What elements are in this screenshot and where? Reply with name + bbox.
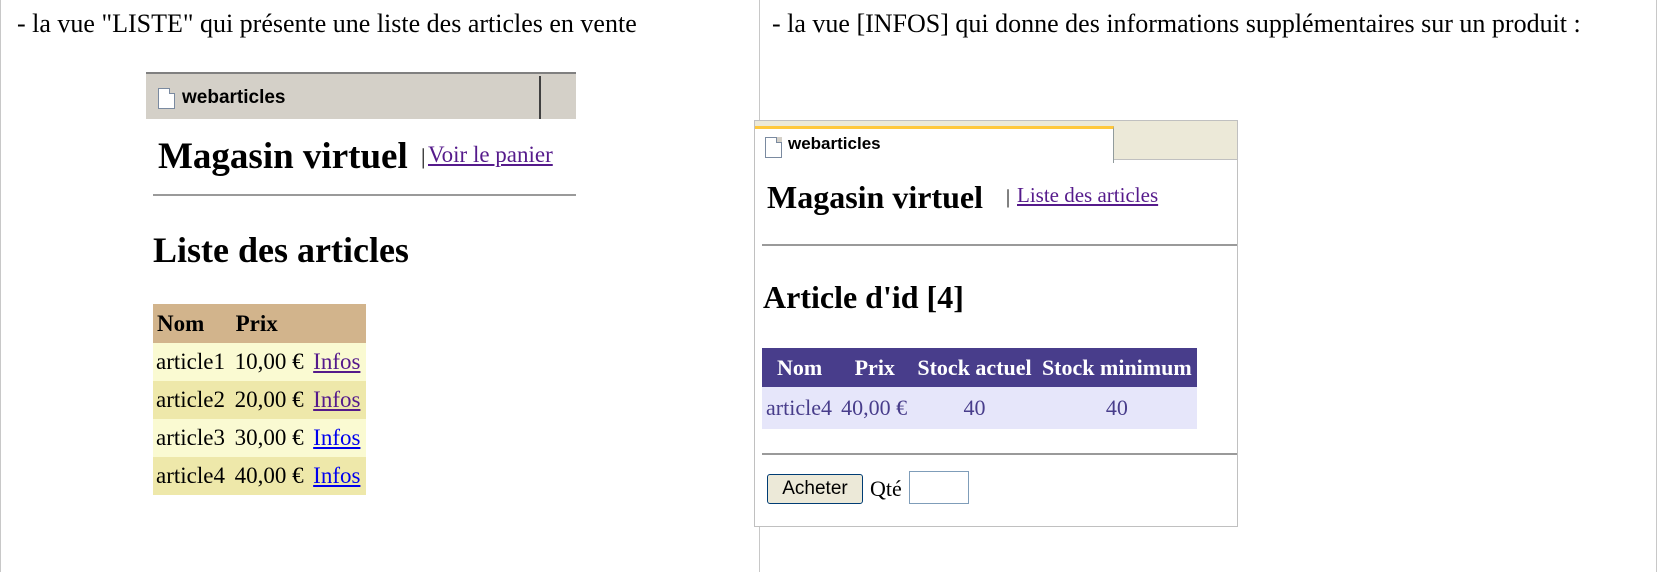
column-header-prix: Prix (837, 348, 913, 387)
document-icon (158, 88, 175, 109)
form-divider (762, 453, 1237, 455)
articles-table: Nom Prix article1 10,00 € Infos article2… (153, 304, 366, 495)
column-header-stock-minimum: Stock minimum (1036, 348, 1197, 387)
column-header-nom: Nom (153, 304, 232, 343)
article-name: article3 (153, 419, 232, 457)
header-divider (762, 244, 1237, 246)
browser-tab[interactable]: webarticles (755, 126, 1114, 163)
table-row: article3 30,00 € Infos (153, 419, 366, 457)
article-name: article4 (762, 387, 838, 429)
right-cell: - la vue [INFOS] qui donne des informati… (754, 0, 1657, 572)
article-name: article1 (153, 343, 232, 381)
table-row: article4 40,00 € Infos (153, 457, 366, 495)
article-price: 40,00 € (231, 457, 311, 495)
right-caption: - la vue [INFOS] qui donne des informati… (772, 9, 1581, 38)
site-title: Magasin virtuel (158, 136, 408, 177)
column-header-nom: Nom (762, 348, 838, 387)
infos-link[interactable]: Infos (313, 387, 360, 412)
article-name: article2 (153, 381, 232, 419)
page-heading: Liste des articles (153, 230, 409, 270)
nav-separator: | (1006, 186, 1011, 208)
liste-browser-screenshot: webarticles Magasin virtuel | Voir le pa… (146, 72, 576, 502)
stock-minimum-value: 40 (1036, 387, 1197, 429)
infos-link[interactable]: Infos (313, 463, 360, 488)
browser-tab-title: webarticles (182, 87, 286, 108)
table-header-row: Nom Prix (153, 304, 366, 343)
left-cell: - la vue "LISTE" qui présente une liste … (0, 0, 760, 572)
article-price: 40,00 € (837, 387, 913, 429)
page-heading: Article d'id [4] (763, 279, 964, 315)
browser-tab-bar: webarticles (755, 121, 1237, 163)
quantity-label: Qté (870, 476, 902, 501)
article-price: 10,00 € (231, 343, 311, 381)
table-row: article1 10,00 € Infos (153, 343, 366, 381)
table-row: article2 20,00 € Infos (153, 381, 366, 419)
infos-link[interactable]: Infos (313, 349, 360, 374)
infos-browser-screenshot: webarticles Magasin virtuel | Liste des … (754, 120, 1238, 527)
infos-link[interactable]: Infos (313, 425, 360, 450)
header-divider (153, 194, 576, 196)
liste-articles-link[interactable]: Liste des articles (1017, 183, 1158, 208)
left-caption: - la vue "LISTE" qui présente une liste … (17, 9, 637, 38)
browser-tab-bar: webarticles (146, 72, 576, 119)
document-icon (765, 137, 782, 158)
nav-separator: | (421, 144, 426, 169)
article-price: 20,00 € (231, 381, 311, 419)
stock-actuel-value: 40 (912, 387, 1037, 429)
table-row: article4 40,00 € 40 40 (762, 387, 1197, 429)
acheter-button[interactable]: Acheter (767, 474, 863, 504)
column-header-prix: Prix (231, 304, 366, 343)
article-name: article4 (153, 457, 232, 495)
browser-tab[interactable]: webarticles (146, 76, 541, 119)
article-details-table: Nom Prix Stock actuel Stock minimum arti… (762, 348, 1197, 429)
article-price: 30,00 € (231, 419, 311, 457)
column-header-stock-actuel: Stock actuel (912, 348, 1037, 387)
table-header-row: Nom Prix Stock actuel Stock minimum (762, 348, 1197, 387)
quantity-input[interactable] (909, 471, 969, 504)
voir-panier-link[interactable]: Voir le panier (428, 142, 553, 168)
browser-tab-title: webarticles (788, 134, 881, 153)
site-title: Magasin virtuel (767, 179, 983, 215)
